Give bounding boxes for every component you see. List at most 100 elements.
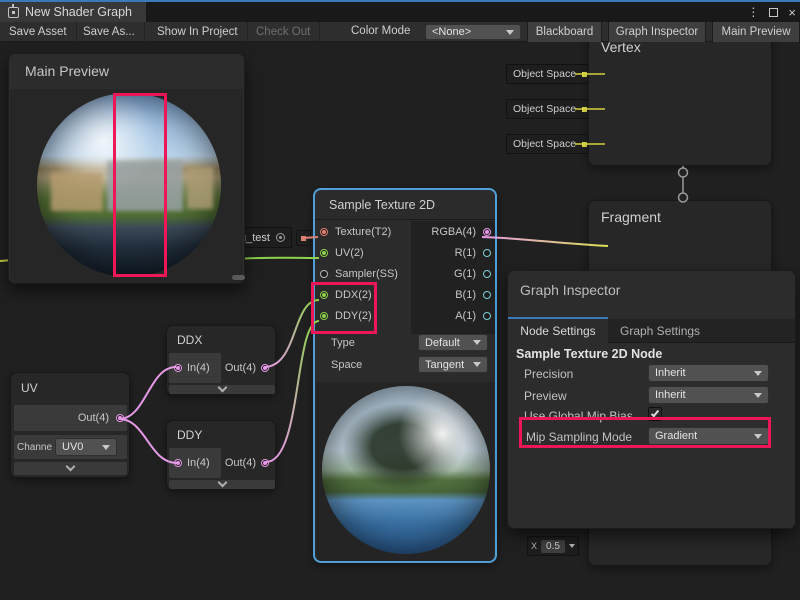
tab-graph-settings-label: Graph Settings [620,324,700,338]
uv-input-port[interactable] [320,249,328,257]
document-tab[interactable]: New Shader Graph [0,2,146,22]
texture-input-port[interactable] [320,228,328,236]
ddy-in-label: In(4) [187,457,210,469]
vertex-context-node[interactable]: Vertex [588,26,772,166]
ddx-input-port[interactable] [320,291,328,299]
checkmark-icon [651,409,659,418]
save-as-button[interactable]: Save As... [74,22,145,42]
uv-collapse-row[interactable] [14,462,127,475]
object-space-chip[interactable]: Object Space [506,134,594,154]
color-mode-dropdown[interactable]: <None> [425,24,521,40]
node-preview-area [316,382,494,561]
uv-node-title: UV [21,381,38,395]
ddy-in-cell: In(4) [169,448,221,478]
g-output-label: G(1) [454,268,476,280]
uv-node[interactable]: UV Out(4) Channe UV0 [10,372,130,478]
rgba-output-row: RGBA(4) [413,223,491,240]
collapse-chevron-icon [66,462,76,472]
rgba-output-port[interactable] [483,228,491,236]
precision-label: Precision [524,367,573,381]
ddx-input-label: DDX(2) [335,289,372,301]
texture-input-label: Texture(T2) [335,226,391,238]
sampler-input-port[interactable] [320,270,328,278]
dropdown-arrow-icon [473,340,481,345]
preview-dropdown[interactable]: Inherit [648,386,769,404]
dropdown-arrow-icon [473,362,481,367]
ddy-collapse-row[interactable] [169,480,275,489]
object-space-chip[interactable]: Object Space [506,64,594,84]
object-space-chip[interactable]: Object Space [506,99,594,119]
texture-input-row: Texture(T2) [320,223,391,240]
close-icon[interactable]: × [788,6,796,19]
object-space-port [582,72,587,77]
main-preview-body [10,89,243,283]
shader-graph-window: Vertex Position(3) Normal(3) Tangent(3) … [0,0,800,600]
object-space-label: Object Space [513,68,576,80]
ddy-node-title: DDY [177,428,202,442]
space-label: Space [331,359,362,371]
ddy-input-port[interactable] [320,312,328,320]
g-test-output-port[interactable] [301,236,306,241]
shader-graph-doc-icon [8,7,19,18]
sample-texture-2d-node[interactable]: Sample Texture 2D Texture(T2) UV(2) Samp… [313,188,497,563]
rgba-output-label: RGBA(4) [431,226,476,238]
ddy-out-label: Out(4) [225,457,256,469]
ddy-out-cell: Out(4) [223,448,273,478]
alpha-clip-default-chip[interactable]: X 0.5 [527,536,579,556]
use-global-mip-bias-checkbox[interactable] [648,407,662,421]
tab-node-settings-label: Node Settings [520,324,595,338]
object-space-port [582,107,587,112]
blackboard-toggle-button[interactable]: Blackboard [527,22,602,42]
dropdown-arrow-icon [754,393,762,398]
r-output-port[interactable] [483,249,491,257]
ddx-input-row: DDX(2) [320,286,372,303]
ddx-in-label: In(4) [187,362,210,374]
dropdown-arrow-icon [754,371,762,376]
graph-inspector-panel[interactable]: Graph Inspector Node Settings Graph Sett… [507,270,796,529]
panel-resize-grip[interactable] [232,275,245,280]
type-dropdown[interactable]: Default [418,334,488,351]
house-shape [107,161,183,211]
ddy-input-row: DDY(2) [320,307,372,324]
maximize-icon[interactable] [769,8,778,17]
ddy-node[interactable]: DDY In(4) Out(4) [166,420,276,490]
precision-dropdown[interactable]: Inherit [648,364,769,382]
dropdown-arrow-icon [569,544,575,548]
tab-graph-settings[interactable]: Graph Settings [620,319,700,343]
save-asset-button[interactable]: Save Asset [0,22,77,42]
main-preview-toggle-button[interactable]: Main Preview [712,22,800,42]
ddx-node[interactable]: DDX In(4) Out(4) [166,325,276,395]
mip-sampling-mode-label: Mip Sampling Mode [526,430,632,444]
alpha-value-field[interactable]: 0.5 [541,540,565,553]
tab-node-settings[interactable]: Node Settings [508,319,608,343]
kebab-menu-icon[interactable]: ⋮ [747,6,759,18]
ddx-in-cell: In(4) [169,353,221,383]
mip-sampling-mode-dropdown[interactable]: Gradient [648,427,769,445]
graph-inspector-toggle-button[interactable]: Graph Inspector [608,22,706,42]
a-output-label: A(1) [455,310,476,322]
show-in-project-button[interactable]: Show In Project [148,22,248,42]
window-controls: ⋮ × [747,2,796,22]
ddy-out-port[interactable] [261,459,269,467]
collapse-chevron-icon [217,477,227,487]
uv-channel-row: Channe UV0 [14,435,127,459]
space-dropdown[interactable]: Tangent [418,356,488,373]
check-out-button: Check Out [247,22,320,42]
uv-out-port[interactable] [116,414,124,422]
sampler-input-label: Sampler(SS) [335,268,398,280]
a-output-port[interactable] [483,312,491,320]
type-label: Type [331,337,355,349]
r-output-row: R(1) [413,244,491,261]
ddy-in-port[interactable] [174,459,182,467]
g-output-row: G(1) [413,265,491,282]
ddx-collapse-row[interactable] [169,385,275,394]
b-output-port[interactable] [483,291,491,299]
channel-dropdown[interactable]: UV0 [55,438,117,456]
ddx-in-port[interactable] [174,364,182,372]
g-output-port[interactable] [483,270,491,278]
ddx-out-port[interactable] [261,364,269,372]
use-global-mip-bias-label: Use Global Mip Bias [524,409,633,423]
main-preview-panel[interactable]: Main Preview [8,53,245,284]
main-preview-title: Main Preview [25,63,109,79]
dropdown-arrow-icon [102,445,110,450]
